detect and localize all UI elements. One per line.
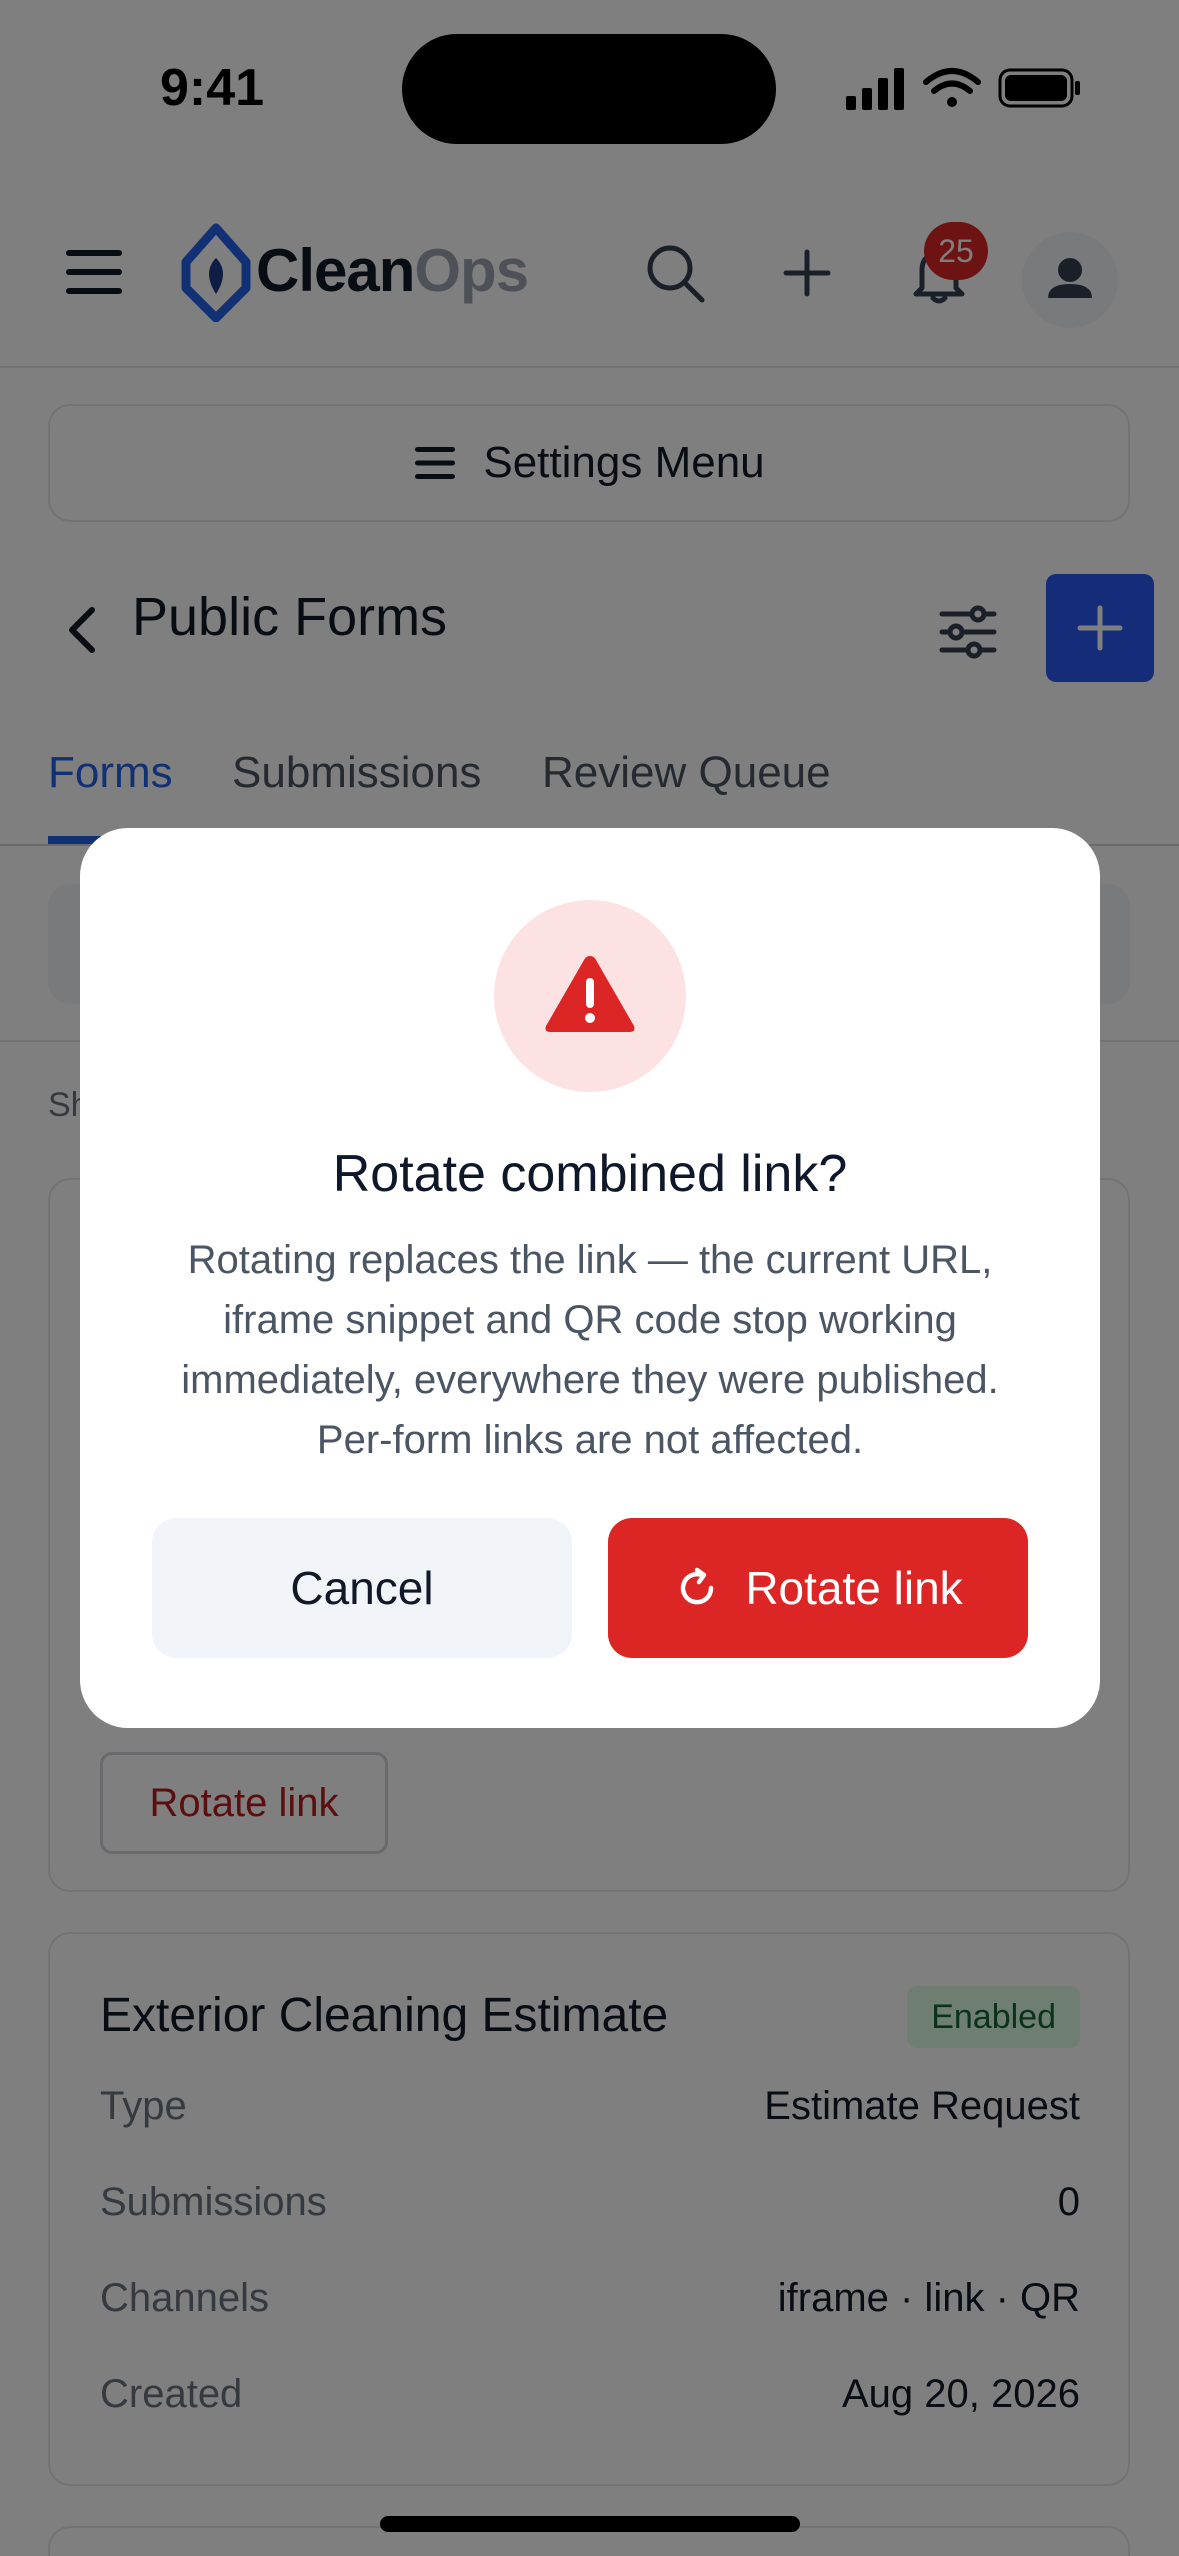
warning-triangle-icon bbox=[545, 956, 635, 1032]
dialog-message: Rotating replaces the link — the current… bbox=[181, 1238, 999, 1462]
rotate-link-dialog: Rotate combined link? Rotating replaces … bbox=[80, 828, 1100, 1728]
confirm-rotate-button[interactable]: Rotate link bbox=[608, 1518, 1028, 1658]
app-screen: 9:41 bbox=[0, 0, 1179, 2556]
cancel-button[interactable]: Cancel bbox=[152, 1518, 572, 1658]
refresh-icon bbox=[681, 1567, 714, 1605]
home-indicator bbox=[380, 2516, 800, 2532]
confirm-button-label: Rotate link bbox=[745, 1562, 963, 1614]
dialog-title: Rotate combined link? bbox=[332, 1145, 848, 1203]
warning-icon-circle bbox=[494, 900, 686, 1092]
cancel-button-label: Cancel bbox=[290, 1562, 434, 1614]
dialog-actions: Cancel Rotate link bbox=[152, 1518, 1028, 1658]
